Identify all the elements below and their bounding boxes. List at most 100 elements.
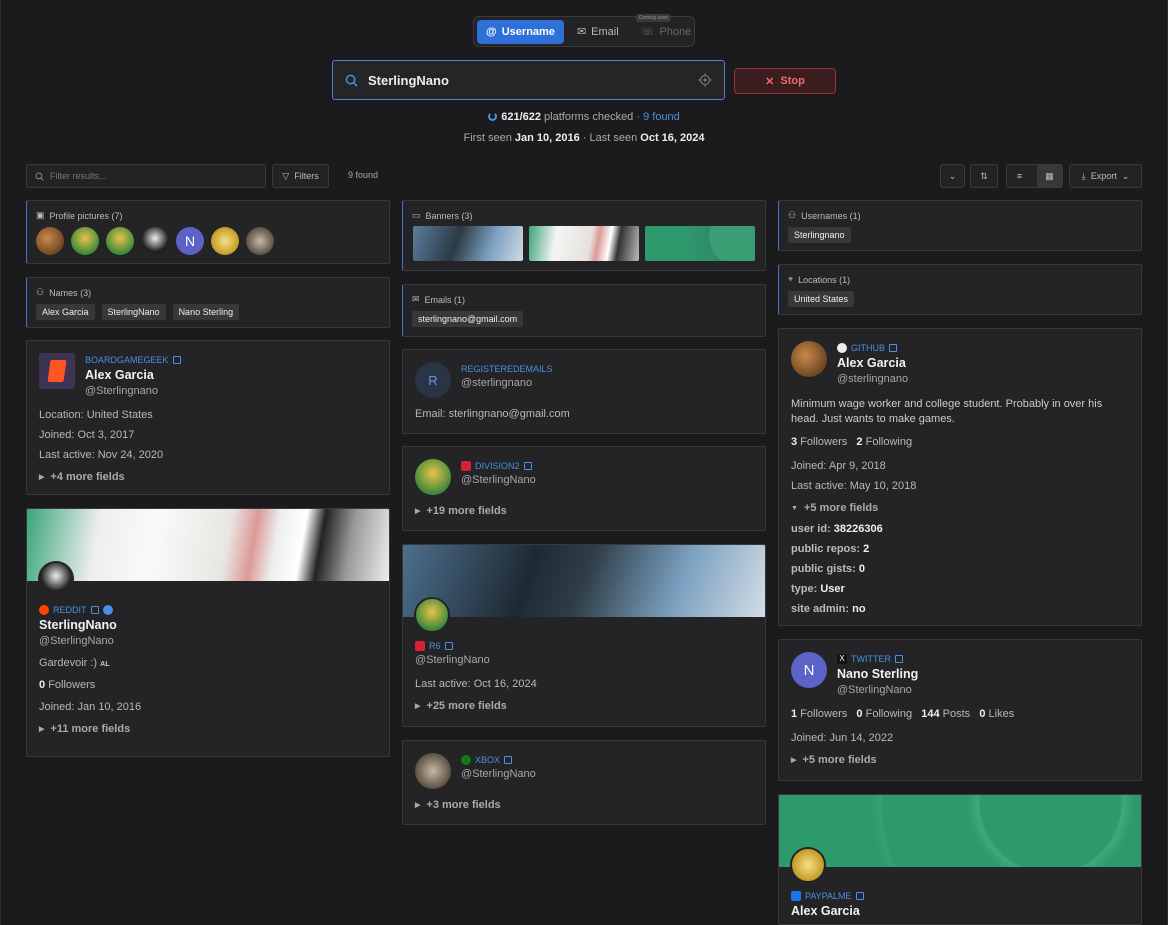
avatar-letter: N [803, 661, 815, 679]
filter-placeholder: Filter results... [50, 171, 107, 181]
triangle-right-icon: ▶ [415, 703, 421, 710]
tab-email[interactable]: ✉ Email [568, 20, 628, 44]
more-fields-toggle[interactable]: ▶ +25 more fields [415, 700, 753, 712]
field-key: site admin: [791, 603, 853, 615]
search-value: SterlingNano [368, 72, 449, 88]
last-seen-date: Oct 16, 2024 [640, 132, 705, 144]
external-link-icon [90, 606, 99, 614]
triangle-right-icon: ▶ [415, 508, 421, 515]
profile-name: Alex Garcia [837, 356, 906, 370]
field-value: 0 [858, 563, 865, 575]
more-fields-label: +4 more fields [50, 471, 125, 483]
field-value: User [820, 583, 845, 595]
stop-button[interactable]: ✕ Stop [734, 68, 836, 94]
location-chip[interactable]: United States [788, 291, 855, 307]
ubisoft-icon [461, 461, 471, 471]
collapse-button[interactable]: ⌄ [940, 164, 965, 188]
filters-label: Filters [294, 171, 319, 181]
triangle-down-icon: ▼ [791, 504, 798, 512]
emails-card: ✉ Emails (1) sterlingnano@gmail.com [402, 284, 766, 337]
platform-name: GITHUB [851, 343, 886, 353]
more-fields-toggle[interactable]: ▶ +19 more fields [415, 505, 753, 517]
avatar [38, 561, 74, 597]
card-title: Banners (3) [425, 210, 473, 221]
progress-label: platforms checked [540, 111, 634, 123]
stop-label: Stop [780, 75, 805, 87]
sort-button[interactable]: ⇅ [970, 164, 998, 188]
platform-link[interactable]: REGISTEREDEMAILS [461, 364, 553, 374]
profile-picture[interactable] [71, 227, 99, 255]
name-chip[interactable]: Nano Sterling [172, 304, 240, 320]
reddit-card: REDDIT SterlingNano @SterlingNano Gardev… [26, 508, 390, 757]
more-fields-label: +5 more fields [803, 502, 879, 514]
card-title: Locations (1) [798, 274, 851, 285]
more-fields-toggle[interactable]: ▼ +5 more fields [791, 502, 1129, 514]
profile-picture[interactable]: N [176, 227, 204, 255]
platform-link[interactable]: XBOX [461, 755, 536, 765]
search-input[interactable]: SterlingNano [332, 60, 725, 100]
more-fields-toggle[interactable]: ▶ +4 more fields [39, 471, 377, 483]
profile-picture[interactable] [36, 227, 64, 255]
tab-email-label: Email [591, 25, 619, 38]
platform-link[interactable]: DIVISION2 [461, 461, 536, 471]
external-link-icon [504, 756, 513, 764]
scan-progress: 621/622 platforms checked · 9 found [0, 111, 1168, 123]
profile-picture[interactable] [106, 227, 134, 255]
more-fields-toggle[interactable]: ▶ +5 more fields [791, 754, 1129, 766]
profile-name: Alex Garcia [791, 904, 860, 918]
avatar: N [791, 652, 827, 688]
tab-phone: Coming soon ☏ Phone [632, 13, 701, 44]
more-fields-toggle[interactable]: ▶ +3 more fields [415, 799, 753, 811]
platform-name: REGISTEREDEMAILS [461, 364, 553, 374]
platform-name: R6 [429, 641, 441, 651]
list-view-icon[interactable]: ≡ [1007, 171, 1032, 181]
tab-phone-label: Phone [659, 25, 692, 38]
filters-button[interactable]: ▽ Filters [272, 164, 329, 188]
target-icon[interactable] [698, 73, 712, 87]
grid-view-icon[interactable]: ▦ [1037, 165, 1062, 187]
external-link-icon [895, 655, 903, 663]
banner-thumbnail[interactable] [413, 226, 523, 261]
platform-link[interactable]: BOARDGAMEGEEK [85, 355, 181, 365]
ubisoft-icon [415, 641, 425, 651]
total-count: /622 [519, 111, 541, 123]
email-chip[interactable]: sterlingnano@gmail.com [412, 311, 524, 327]
profile-handle: @SterlingNano [415, 654, 490, 666]
name-chip[interactable]: Alex Garcia [36, 304, 95, 320]
avatar [414, 597, 450, 633]
coming-soon-badge: Coming soon [635, 13, 672, 22]
tab-username-label: Username [501, 25, 555, 38]
platform-link[interactable]: GITHUB [837, 343, 908, 353]
profile-picture[interactable] [211, 227, 239, 255]
paypal-icon [791, 891, 801, 901]
tab-username[interactable]: @ Username [477, 19, 564, 44]
filter-input[interactable]: Filter results... [26, 164, 266, 188]
division2-card: DIVISION2 @SterlingNano ▶ +19 more fields [402, 446, 766, 531]
platform-link[interactable]: R6 [415, 641, 753, 651]
triangle-right-icon: ▶ [415, 802, 421, 809]
r6-card: R6 @SterlingNano Last active: Oct 16, 20… [402, 544, 766, 727]
name-chip[interactable]: SterlingNano [101, 304, 166, 320]
profile-picture[interactable] [141, 227, 169, 255]
external-link-icon [855, 892, 864, 900]
progress-sep: · [633, 111, 644, 123]
platform-link[interactable]: PAYPALME [791, 891, 1129, 901]
last-seen-label: · Last seen [579, 132, 641, 144]
last-active-field: Last active: Oct 16, 2024 [415, 678, 537, 690]
profile-picture[interactable] [246, 227, 274, 255]
banner-thumbnail[interactable] [645, 226, 755, 261]
export-button[interactable]: ⤓ Export ⌄ [1069, 164, 1142, 188]
avatar [415, 753, 451, 789]
platform-link[interactable]: REDDIT [39, 605, 377, 615]
platform-name: DIVISION2 [475, 461, 520, 471]
found-link[interactable]: 9 found [643, 111, 680, 123]
field-key: public gists: [791, 563, 859, 575]
username-chip[interactable]: Sterlingnano [788, 227, 851, 243]
more-fields-toggle[interactable]: ▶ +11 more fields [39, 723, 377, 735]
at-icon: @ [486, 25, 497, 38]
card-title: Names (3) [49, 287, 92, 298]
banner-thumbnail[interactable] [529, 226, 639, 261]
platform-link[interactable]: X TWITTER [837, 654, 918, 664]
card-title: Emails (1) [424, 294, 466, 305]
close-icon: ✕ [765, 75, 775, 88]
